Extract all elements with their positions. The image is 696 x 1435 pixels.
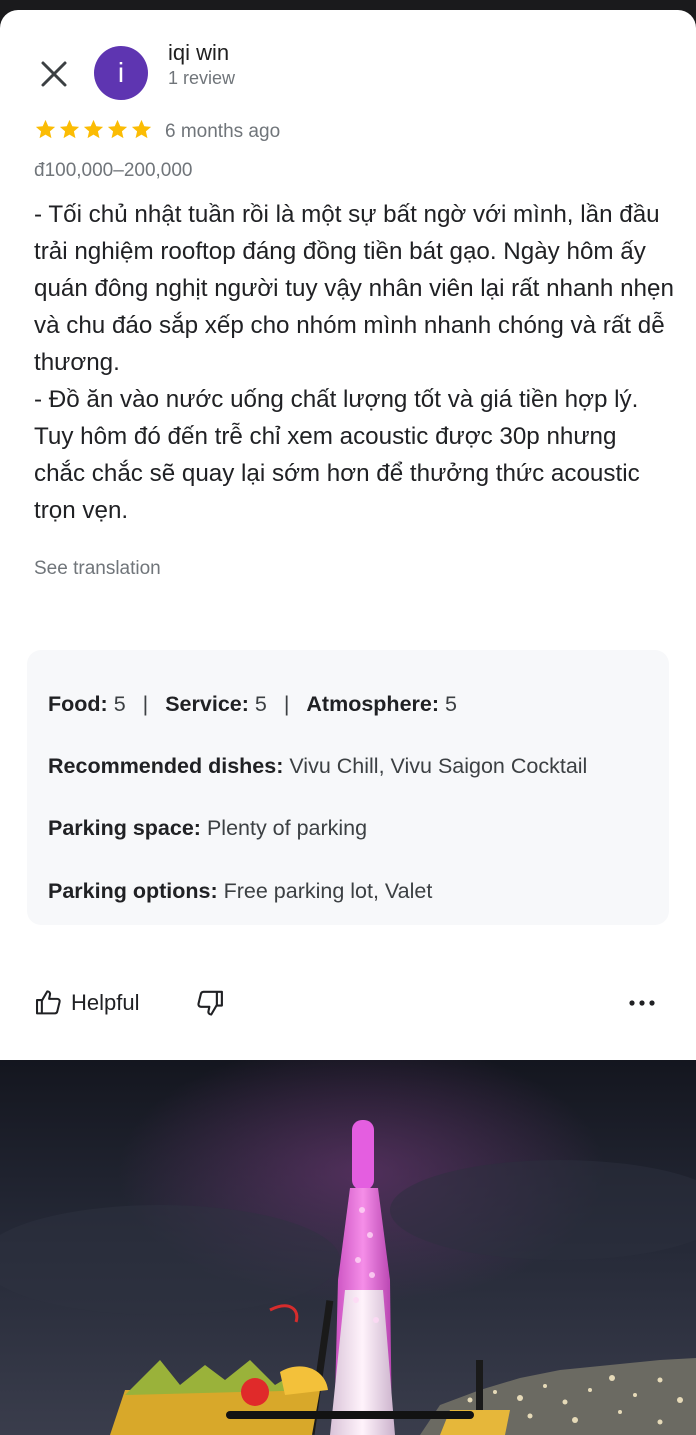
close-button[interactable] bbox=[34, 54, 74, 94]
review-sheet: i iqi win 1 review 6 months ago đ100,000… bbox=[0, 10, 696, 1060]
service-label: Service: bbox=[165, 692, 249, 716]
parking-space-value: Plenty of parking bbox=[206, 816, 368, 840]
thumbs-up-icon bbox=[35, 990, 61, 1015]
star-icon bbox=[107, 119, 128, 139]
star-icon bbox=[35, 119, 56, 139]
parking-options-line: Parking options: Free parking lot, Valet bbox=[48, 879, 432, 904]
avatar[interactable]: i bbox=[94, 46, 148, 100]
avatar-initial: i bbox=[117, 57, 125, 88]
helpful-label: Helpful bbox=[71, 989, 140, 1015]
more-options-button[interactable] bbox=[626, 994, 658, 1012]
parking-space-line: Parking space: Plenty of parking bbox=[48, 816, 367, 841]
price-range: đ100,000–200,000 bbox=[34, 160, 193, 181]
close-icon bbox=[41, 61, 67, 87]
atmosphere-value: 5 bbox=[445, 692, 457, 716]
parking-options-value: Free parking lot, Valet bbox=[223, 879, 433, 903]
more-horizontal-icon bbox=[629, 1000, 655, 1006]
home-indicator bbox=[226, 1411, 474, 1419]
recommended-dishes-value: Vivu Chill, Vivu Saigon Cocktail bbox=[289, 754, 588, 778]
see-translation-link[interactable]: See translation bbox=[34, 558, 161, 580]
review-actions: Helpful bbox=[0, 978, 696, 1028]
review-photo[interactable] bbox=[0, 1060, 696, 1435]
review-time: 6 months ago bbox=[165, 121, 281, 142]
review-attributes: Food: 5 | Service: 5 | Atmosphere: 5 Rec… bbox=[27, 650, 669, 925]
author-review-count: 1 review bbox=[168, 68, 236, 88]
parking-options-label: Parking options: bbox=[48, 879, 218, 903]
rooftop-night-photo bbox=[0, 1060, 696, 1435]
recommended-dishes-label: Recommended dishes: bbox=[48, 754, 284, 778]
star-icon bbox=[131, 119, 152, 139]
review-text: - Tối chủ nhật tuần rồi là một sự bất ng… bbox=[34, 201, 674, 524]
star-icon bbox=[83, 119, 104, 139]
thumbs-down-icon bbox=[197, 990, 223, 1016]
separator: | bbox=[142, 692, 149, 716]
author-name[interactable]: iqi win bbox=[168, 40, 229, 66]
food-value: 5 bbox=[113, 692, 126, 716]
parking-space-label: Parking space: bbox=[48, 816, 201, 840]
food-label: Food: bbox=[48, 692, 108, 716]
helpful-button[interactable]: Helpful bbox=[34, 988, 139, 1017]
star-icon bbox=[59, 119, 80, 139]
separator: | bbox=[283, 692, 290, 716]
recommended-dishes-line: Recommended dishes: Vivu Chill, Vivu Sai… bbox=[48, 754, 587, 779]
service-value: 5 bbox=[254, 692, 267, 716]
ratings-line: Food: 5 | Service: 5 | Atmosphere: 5 bbox=[48, 692, 457, 717]
not-helpful-button[interactable] bbox=[195, 988, 225, 1018]
atmosphere-label: Atmosphere: bbox=[306, 692, 440, 716]
star-rating bbox=[34, 118, 153, 141]
